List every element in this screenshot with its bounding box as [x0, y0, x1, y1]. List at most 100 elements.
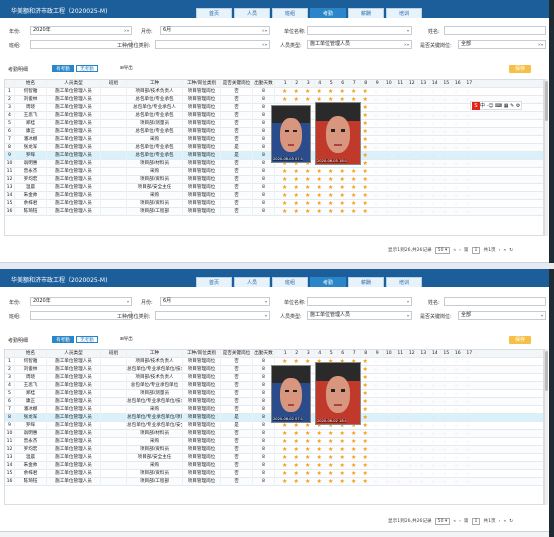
star-icon: ★	[293, 208, 299, 215]
persontype-select[interactable]: 施工单位管理人员 ×▾	[307, 40, 412, 49]
key-select[interactable]: 全部 ▾	[458, 311, 546, 320]
unit-input[interactable]: ▾	[307, 297, 412, 306]
header-day: 1	[280, 350, 292, 358]
empty-star-icon: ☆	[431, 137, 436, 142]
vertical-scrollbar[interactable]	[544, 349, 548, 505]
header-3[interactable]: 工种	[127, 80, 183, 88]
month-select[interactable]: 6月 ×▾	[160, 26, 270, 35]
prev-page-icon[interactable]: ‹	[459, 518, 461, 526]
star-icon: ★	[339, 470, 345, 477]
header-2[interactable]: 班组	[101, 350, 127, 358]
team-label: 班组:	[9, 43, 21, 49]
table-row[interactable]: 10翁明惠施工单位管理人员 项目部/材料员项目管理岗位否8 ★ ★ ★ ★ ★ ★ ★ ★ ☆ ☆ ☆ ☆…	[5, 430, 543, 438]
vertical-scrollbar[interactable]	[544, 79, 548, 236]
tab-1[interactable]: 人员	[234, 277, 270, 287]
table-row[interactable]: 11 曾永杰 施工单位管理人员 采购 项目管理岗位否 8 ★ ★ ★ ★ ★ ★ ★ ★ ☆ ☆ ☆ ☆ ☆ ☆ ☆ ☆ ☆	[5, 438, 543, 446]
tab-1[interactable]: 人员	[234, 8, 270, 18]
star-icon: ★	[316, 454, 322, 461]
face-eyeR	[293, 129, 298, 133]
table-row[interactable]: 12 罗均宏 施工单位管理人员 项目部/资料员 项目管理岗位否 8 ★ ★ ★ ★ ★ ★ ★ ★ ☆ ☆ ☆ ☆…	[5, 176, 543, 184]
tab-3[interactable]: 考勤	[310, 8, 346, 18]
scroll-thumb[interactable]	[545, 81, 548, 121]
tab-no-attendance[interactable]: 无考勤	[76, 336, 98, 343]
header-5[interactable]: 是否关键岗位	[221, 80, 253, 88]
year-select[interactable]: 2020年 ×▾	[30, 26, 132, 35]
cell-name: 罗晖	[15, 152, 47, 160]
empty-star-icon: ☆	[385, 391, 390, 396]
refresh-icon[interactable]: ↻	[509, 518, 513, 526]
tab-has-attendance[interactable]: 有考勤	[52, 336, 74, 343]
first-page-icon[interactable]: «	[453, 518, 456, 526]
tab-2[interactable]: 班组	[272, 277, 308, 287]
header-2[interactable]: 班组	[101, 80, 127, 88]
tab-no-attendance[interactable]: 无考勤	[76, 65, 98, 72]
header-1[interactable]: 人员类型	[47, 80, 101, 88]
jobtype-label: 工种/岗位类别:	[117, 43, 151, 49]
header-6[interactable]: 出勤天数	[253, 80, 275, 88]
header-3[interactable]: 工种	[127, 350, 183, 358]
table-row[interactable]: 14 朱金帅 施工单位管理人员 采购 项目管理岗位否 8 ★ ★ ★ ★ ★ ★ ★ ★ ☆ ☆ ☆ ☆ ☆ ☆ ☆ ☆ ☆	[5, 462, 543, 470]
tab-0[interactable]: 首页	[196, 277, 232, 287]
tab-4[interactable]: 薪酬	[348, 8, 384, 18]
face-eyeL	[330, 388, 336, 392]
tab-has-attendance[interactable]: 有考勤	[52, 65, 74, 72]
star-icon: ★	[328, 454, 334, 461]
next-page-icon[interactable]: ›	[499, 518, 501, 526]
next-page-icon[interactable]: ›	[499, 247, 501, 255]
table-row[interactable]: 16 陈琦钰 施工单位管理人员 项目部/工程部 项目管理岗位否 8 ★ ★ ★ ★ ★ ★ ★ ★ ☆ ☆ ☆ ☆…	[5, 208, 543, 216]
persontype-select[interactable]: 施工单位管理人员 ▾	[307, 311, 412, 320]
month-select[interactable]: 6月 ▾	[160, 297, 270, 306]
refresh-icon[interactable]: ↻	[509, 247, 513, 255]
table-row[interactable]: 12 罗均宏 施工单位管理人员 项目部/资料员 项目管理岗位否 8 ★ ★ ★ ★ ★ ★ ★ ★ ☆ ☆ ☆ ☆…	[5, 446, 543, 454]
prev-page-icon[interactable]: ‹	[459, 247, 461, 255]
table-row[interactable]: 13 温晨 施工单位管理人员 项目部/安全主任 项目管理岗位否 8 ★ ★ ★ ★ ★ ★ ★ ★ ☆ ☆ ☆ ☆…	[5, 184, 543, 192]
name-input[interactable]	[444, 297, 546, 306]
header-0[interactable]: 姓名	[15, 350, 47, 358]
unit-input[interactable]: ▾	[307, 26, 412, 35]
table-row[interactable]: 13 温晨 施工单位管理人员 项目部/安全主任 项目管理岗位否 8 ★ ★ ★ ★ ★ ★ ★ ★ ☆ ☆ ☆ ☆…	[5, 454, 543, 462]
per-page-select[interactable]: 50 ▾	[434, 247, 451, 254]
last-page-icon[interactable]: »	[503, 247, 506, 255]
tab-4[interactable]: 薪酬	[348, 277, 384, 287]
star-icon: ★	[293, 168, 299, 175]
first-page-icon[interactable]: «	[453, 247, 456, 255]
table-row[interactable]: 16 陈琦钰 施工单位管理人员 项目部/工程部 项目管理岗位否 8 ★ ★ ★ ★ ★ ★ ★ ★ ☆ ☆ ☆ ☆…	[5, 478, 543, 486]
ime-toolbar[interactable]: S中 ·☺ ⌨ ▦ ✎ ⚙	[470, 101, 523, 110]
empty-star-icon: ☆	[420, 439, 424, 444]
table-row[interactable]: 14 朱金帅 施工单位管理人员 采购 项目管理岗位否 8 ★ ★ ★ ★ ★ ★ ★ ★ ☆ ☆ ☆ ☆ ☆ ☆ ☆ ☆ ☆	[5, 192, 543, 200]
empty-star-icon: ☆	[420, 209, 424, 214]
header-4[interactable]: 工种/岗位类别	[183, 350, 221, 358]
scroll-thumb[interactable]	[545, 351, 548, 391]
header-1[interactable]: 人员类型	[47, 350, 101, 358]
header-6[interactable]: 出勤天数	[253, 350, 275, 358]
jobtype-select[interactable]: ×▾	[155, 40, 270, 49]
per-page-select[interactable]: 50 ▾	[434, 518, 451, 525]
header-4[interactable]: 工种/岗位类别	[183, 80, 221, 88]
empty-star-icon: ☆	[454, 113, 459, 118]
header-0[interactable]: 姓名	[15, 80, 47, 88]
tab-3[interactable]: 考勤	[310, 277, 346, 287]
page-input[interactable]: 1	[471, 518, 481, 525]
name-input[interactable]	[444, 26, 546, 35]
table-row[interactable]: 15 余梓君 施工单位管理人员 项目部/资料员 项目管理岗位否 8 ★ ★ ★ ★ ★ ★ ★ ★ ☆ ☆ ☆ ☆…	[5, 200, 543, 208]
cell-n: 4	[5, 112, 15, 120]
key-select[interactable]: 全部 ×▾	[458, 40, 546, 49]
export-button[interactable]: ⊞导出	[120, 336, 133, 343]
table-row[interactable]: 9罗晖施工单位管理人员总包单位/专业承包单位/安全员项目管理岗位是8★★★★★★…	[5, 422, 543, 430]
year-select[interactable]: 2020年 ▾	[30, 297, 132, 306]
save-button[interactable]: 保存	[509, 65, 531, 73]
table-row[interactable]: 11 曾永杰 施工单位管理人员 采购 项目管理岗位否 8 ★ ★ ★ ★ ★ ★ ★ ★ ☆ ☆ ☆ ☆ ☆ ☆ ☆ ☆ ☆	[5, 168, 543, 176]
save-button[interactable]: 保存	[509, 336, 531, 344]
page-input[interactable]: 1	[471, 247, 481, 254]
tab-5[interactable]: 培训	[386, 8, 422, 18]
table-row[interactable]: 15 余梓君 施工单位管理人员 项目部/资料员 项目管理岗位否 8 ★ ★ ★ ★ ★ ★ ★ ★ ☆ ☆ ☆ ☆…	[5, 470, 543, 478]
last-page-icon[interactable]: »	[503, 518, 506, 526]
export-button[interactable]: ⊞导出	[120, 65, 133, 72]
jobtype-select[interactable]: ▾	[155, 311, 270, 320]
table-row[interactable]: 1何智雅施工单位管理人员 项目部/技术负责人项目管理岗位否8 ★ ★ ★ ★ ★ ★ ★ ★ ☆ ☆ ☆…	[5, 88, 543, 96]
table-row[interactable]: 2 刘俊林 施工单位管理人员 总包单位/专业承包 项目管理岗位否 8 ★ ★ ★ ★ ★ ★ ★ ★ ☆ ☆ ☆…	[5, 96, 543, 104]
tab-0[interactable]: 首页	[196, 8, 232, 18]
header-5[interactable]: 是否关键岗位	[221, 350, 253, 358]
tab-5[interactable]: 培训	[386, 277, 422, 287]
tab-2[interactable]: 班组	[272, 8, 308, 18]
